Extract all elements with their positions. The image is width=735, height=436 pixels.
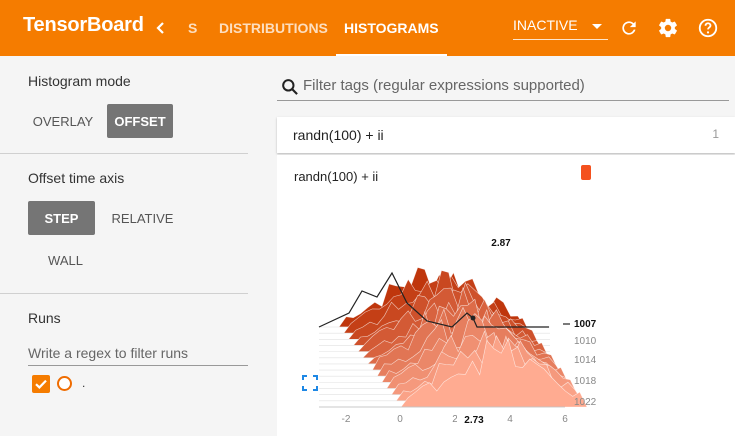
tag-group-count: 1 <box>712 127 719 141</box>
tag-filter-input[interactable] <box>303 77 723 94</box>
tag-filter[interactable] <box>277 73 729 101</box>
run-checkbox[interactable] <box>32 375 50 393</box>
y-tick-label: 1014 <box>574 355 597 366</box>
tab-scalars[interactable]: S <box>188 0 197 56</box>
histogram-card: randn(100) + ii -2 0 2 4 6 1007 1010 1014 1018 10… <box>277 155 735 436</box>
hover-point <box>470 315 476 321</box>
search-icon <box>282 79 298 95</box>
gear-icon[interactable] <box>656 0 680 56</box>
refresh-icon[interactable] <box>617 0 641 56</box>
x-tick-label: 0 <box>397 414 403 425</box>
relative-button[interactable]: RELATIVE <box>105 201 180 235</box>
overlay-button[interactable]: OVERLAY <box>28 104 98 138</box>
offset-button[interactable]: OFFSET <box>107 104 173 138</box>
tab-histograms[interactable]: HISTOGRAMS <box>336 0 447 56</box>
y-tick-label: 1007 <box>574 319 597 330</box>
run-select-value: INACTIVE <box>513 17 578 33</box>
tag-group-name: randn(100) + ii <box>293 127 384 143</box>
runs-title: Runs <box>28 310 61 326</box>
wall-button[interactable]: WALL <box>38 243 93 277</box>
y-tick-label: 1018 <box>574 376 597 387</box>
histogram-ridges <box>318 267 588 408</box>
run-select-dropdown[interactable]: INACTIVE <box>513 14 608 40</box>
brand-title: TensorBoard <box>23 14 144 36</box>
x-tick-label: -2 <box>342 414 351 425</box>
chevron-left-icon[interactable] <box>150 0 172 56</box>
main-panel: randn(100) + ii 1 randn(100) + ii -20246… <box>277 56 735 436</box>
chevron-down-icon <box>592 24 602 29</box>
tab-distributions[interactable]: DISTRIBUTIONS <box>219 0 328 56</box>
top-bar: TensorBoard S DISTRIBUTIONS HISTOGRAMS I… <box>0 0 735 56</box>
card-title: randn(100) + ii <box>294 169 379 184</box>
tag-group-header[interactable]: randn(100) + ii 1 <box>277 117 735 153</box>
hover-x-label: 2.73 <box>464 415 484 426</box>
sidebar: Histogram mode OVERLAY OFFSET Offset tim… <box>0 56 277 436</box>
step-button[interactable]: STEP <box>28 201 95 235</box>
time-axis-title: Offset time axis <box>28 170 125 186</box>
run-name: . <box>82 376 86 390</box>
fullscreen-icon[interactable] <box>302 375 318 391</box>
y-tick-label: 1022 <box>574 397 597 408</box>
help-icon[interactable] <box>696 0 720 56</box>
run-color-radio[interactable] <box>57 376 72 391</box>
x-tick-label: 4 <box>507 414 513 425</box>
divider <box>0 293 248 294</box>
y-tick-label: 1010 <box>574 336 597 347</box>
x-tick-label: 6 <box>562 414 568 425</box>
hover-top-label: 2.87 <box>491 238 511 249</box>
run-color-badge <box>581 165 591 180</box>
divider <box>0 153 248 154</box>
run-regex-input[interactable] <box>28 340 248 366</box>
check-icon <box>35 379 47 389</box>
histogram-mode-title: Histogram mode <box>28 73 131 89</box>
histogram-chart[interactable]: -2 0 2 4 6100710101014101810222.872.73 <box>277 211 735 431</box>
